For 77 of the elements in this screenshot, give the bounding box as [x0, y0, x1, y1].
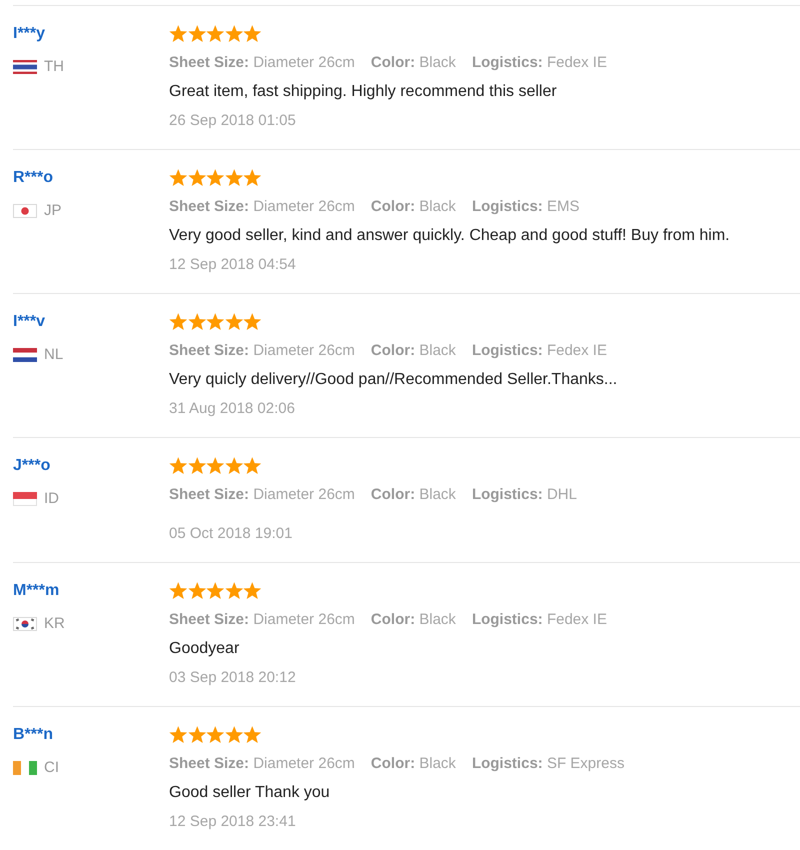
- user-name: I***y: [13, 25, 46, 43]
- star-icon: [224, 169, 243, 187]
- star-icon: [243, 582, 262, 600]
- flag-icon: [13, 617, 37, 631]
- product-attribute: Sheet Size: Diameter 26cm: [169, 611, 355, 628]
- star-icon: [224, 726, 243, 744]
- user-name: B***n: [13, 726, 54, 744]
- product-attribute: Logistics: SF Express: [472, 755, 624, 772]
- star-icon: [169, 582, 188, 600]
- star-icon: [224, 457, 243, 475]
- star-icon: [169, 313, 188, 331]
- flag-icon: [13, 60, 37, 74]
- product-attribute: Logistics: DHL: [472, 486, 577, 503]
- flag-icon: [13, 761, 37, 775]
- star-icon: [243, 25, 262, 43]
- star-icon: [206, 582, 224, 600]
- star-icon: [224, 582, 243, 600]
- star-icon: [188, 313, 206, 331]
- flag-icon: [13, 492, 37, 506]
- product-attribute: Color: Black: [370, 611, 456, 628]
- star-icon: [206, 25, 224, 43]
- product-attribute: Color: Black: [370, 755, 456, 772]
- product-attribute: Sheet Size: Diameter 26cm: [169, 54, 355, 71]
- review-date: 26 Sep 2018 01:05: [169, 111, 296, 131]
- user-name: I***v: [13, 313, 46, 331]
- review-date: 03 Sep 2018 20:12: [169, 668, 296, 688]
- review-date: 31 Aug 2018 02:06: [169, 399, 295, 419]
- star-icon: [188, 169, 206, 187]
- star-icon: [206, 726, 224, 744]
- review-date: 12 Sep 2018 04:54: [169, 255, 296, 275]
- product-attribute: Sheet Size: Diameter 26cm: [169, 198, 355, 215]
- star-icon: [169, 726, 188, 744]
- review-text: Goodyear: [169, 639, 240, 659]
- country-code: KR: [44, 615, 65, 633]
- review-text: Very good seller, kind and answer quickly. Cheap and good stuff! Buy from him.: [169, 226, 730, 246]
- user-name: R***o: [13, 169, 54, 187]
- star-icon: [188, 726, 206, 744]
- star-icon: [243, 457, 262, 475]
- review-text: Good seller Thank you: [169, 783, 330, 803]
- country-code: ID: [44, 490, 59, 508]
- star-icon: [206, 457, 224, 475]
- flag-icon: [13, 204, 37, 218]
- star-icon: [243, 169, 262, 187]
- country-code: JP: [44, 202, 62, 220]
- review-date: 12 Sep 2018 23:41: [169, 812, 296, 832]
- star-icon: [224, 25, 243, 43]
- product-attribute: Logistics: Fedex IE: [472, 342, 607, 359]
- star-icon: [188, 582, 206, 600]
- product-attribute: Sheet Size: Diameter 26cm: [169, 342, 355, 359]
- user-name: J***o: [13, 457, 50, 475]
- country-code: CI: [44, 759, 59, 777]
- star-icon: [188, 457, 206, 475]
- star-icon: [206, 313, 224, 331]
- review-date: 05 Oct 2018 19:01: [169, 524, 292, 544]
- product-attribute: Color: Black: [370, 54, 456, 71]
- country-code: TH: [44, 58, 64, 76]
- country-code: NL: [44, 346, 64, 364]
- flag-icon: [13, 348, 37, 362]
- review-text: Very quicly delivery//Good pan//Recommended Seller.Thanks...: [169, 370, 618, 390]
- star-icon: [188, 25, 206, 43]
- product-attribute: Color: Black: [370, 198, 456, 215]
- user-name: M***m: [13, 582, 60, 600]
- star-icon: [169, 457, 188, 475]
- product-attribute: Color: Black: [370, 342, 456, 359]
- product-attribute: Logistics: Fedex IE: [472, 611, 607, 628]
- star-icon: [243, 313, 262, 331]
- product-attribute: Logistics: EMS: [472, 198, 580, 215]
- product-attribute: Logistics: Fedex IE: [472, 54, 607, 71]
- star-icon: [224, 313, 243, 331]
- star-icon: [169, 25, 188, 43]
- product-attribute: Sheet Size: Diameter 26cm: [169, 755, 355, 772]
- star-icon: [206, 169, 224, 187]
- product-attribute: Sheet Size: Diameter 26cm: [169, 486, 355, 503]
- product-attribute: Color: Black: [370, 486, 456, 503]
- star-icon: [243, 726, 262, 744]
- star-icon: [169, 169, 188, 187]
- review-text: Great item, fast shipping. Highly recommend this seller: [169, 82, 557, 102]
